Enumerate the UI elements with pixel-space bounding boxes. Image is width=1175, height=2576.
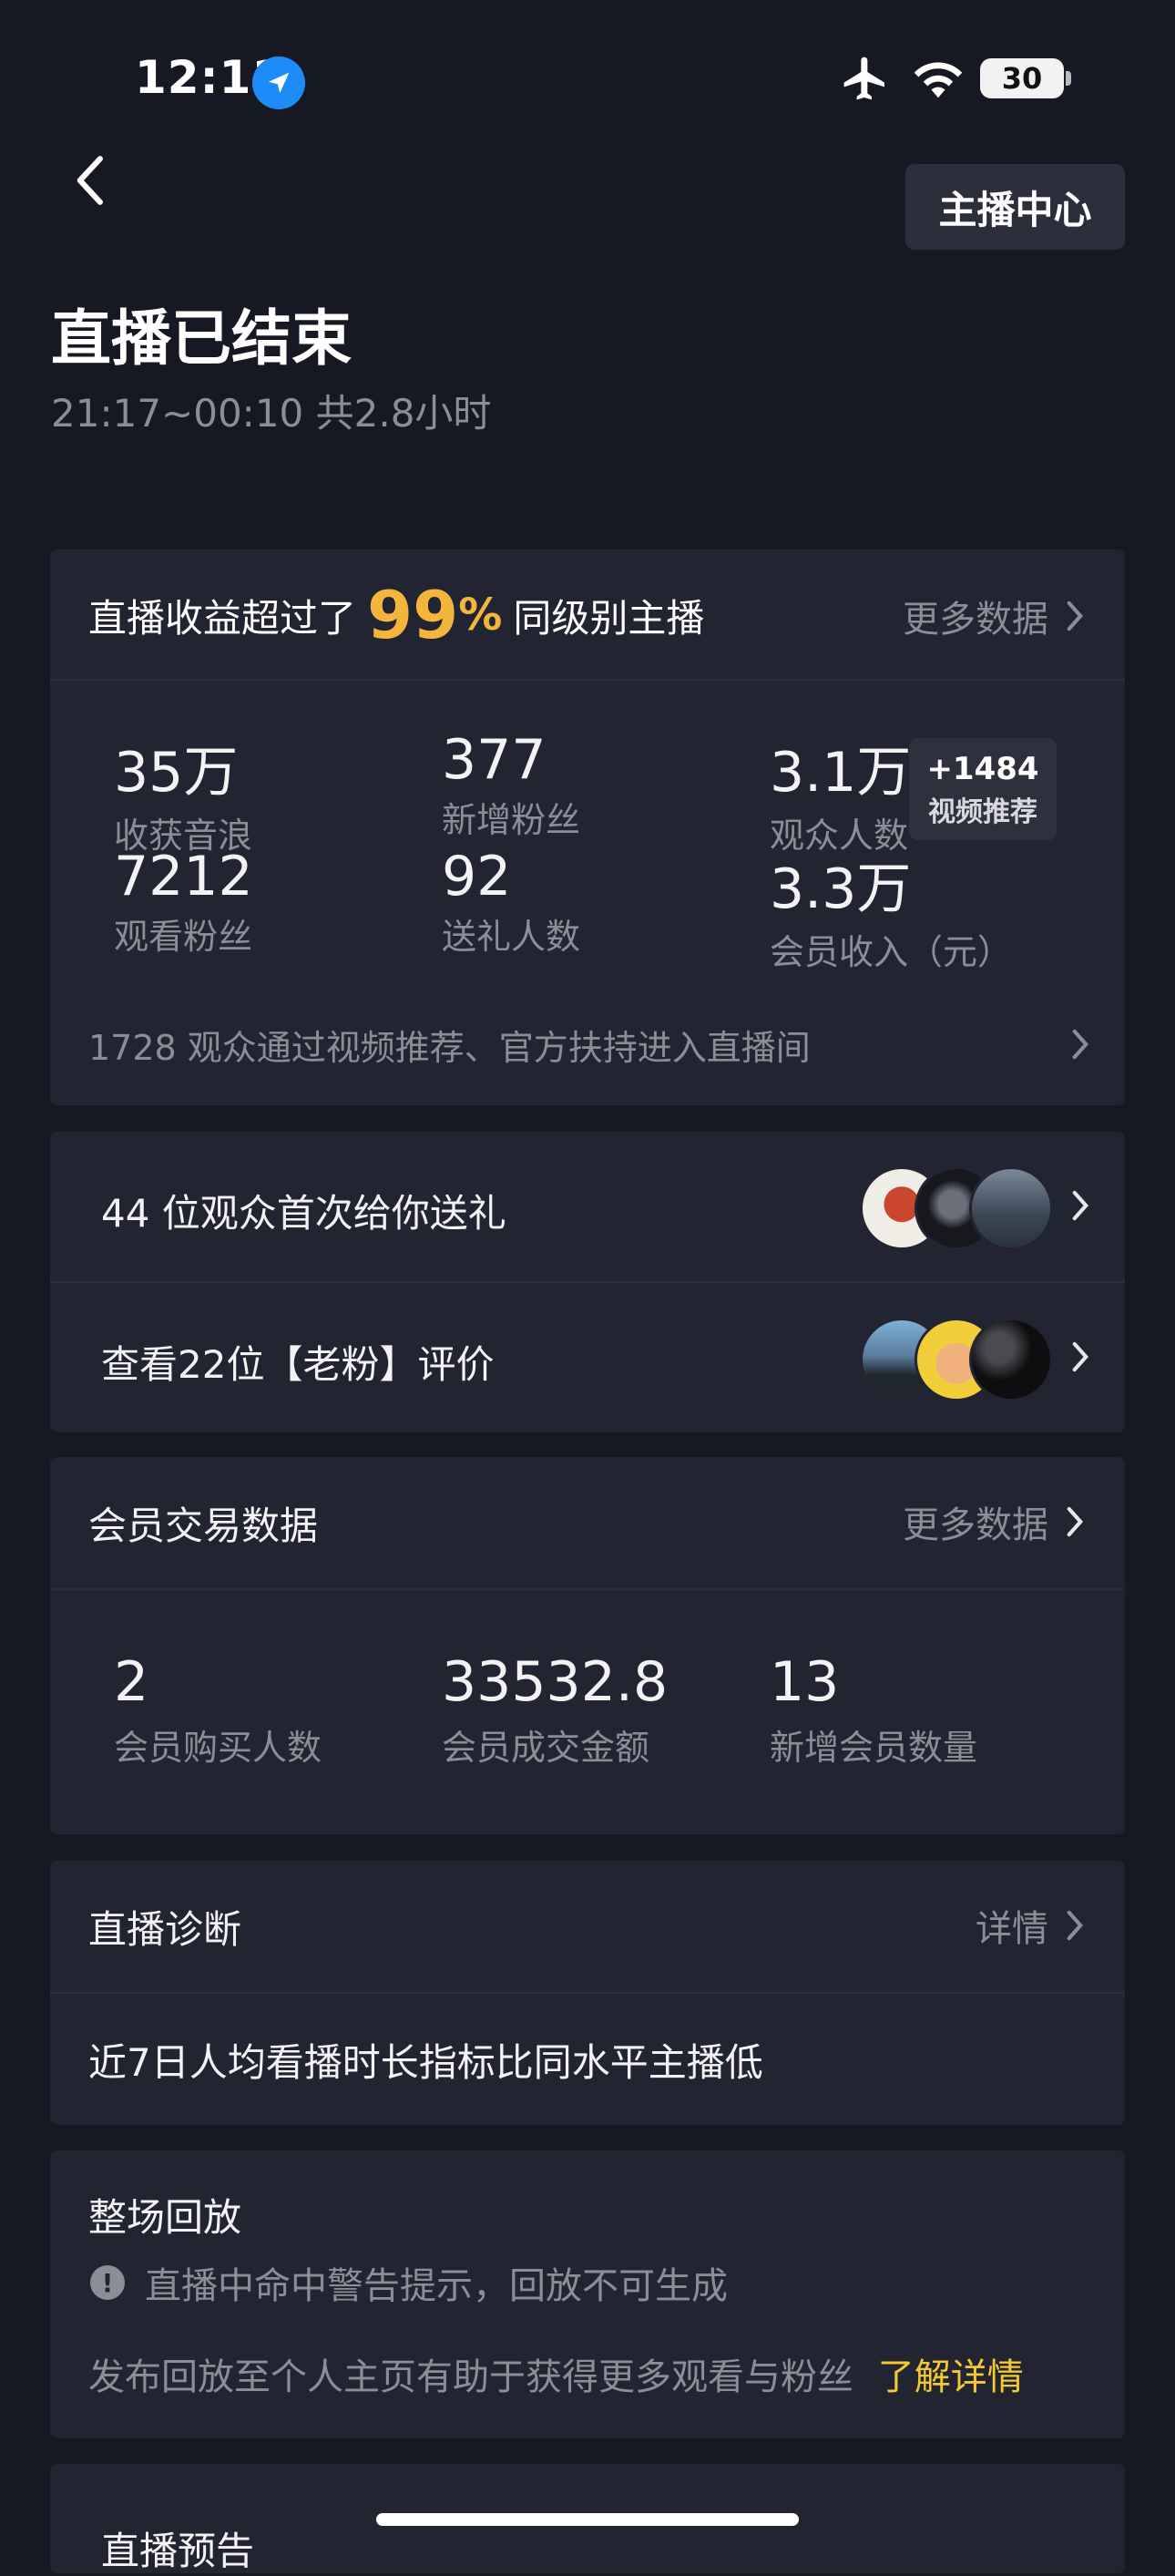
audience-rows-card: 44 位观众首次给你送礼 查看22位【老粉】评价 [50, 1132, 1125, 1432]
battery-level: 30 [1001, 61, 1043, 96]
stat-value: 3.3万 [770, 857, 912, 921]
more-data-link[interactable]: 更多数据 [903, 590, 1085, 642]
battery-icon: 30 [980, 58, 1071, 98]
stat-value: 2 [114, 1650, 149, 1714]
live-preview-title: 直播预告 [101, 2529, 255, 2573]
chevron-right-icon [1067, 1506, 1084, 1537]
fan-avatars [860, 1318, 1088, 1401]
back-button[interactable] [64, 148, 115, 213]
stat-value: 3.1万 [770, 741, 912, 805]
replay-tip-text: 发布回放至个人主页有助于获得更多观看与粉丝 [88, 2356, 853, 2398]
stat-watching-fans: 7212 观看粉丝 [114, 845, 253, 959]
stat-label: 新增会员数量 [770, 1728, 978, 1768]
earnings-percent-sign: % [458, 590, 503, 641]
diagnosis-title: 直播诊断 [88, 1907, 242, 1952]
stat-label: 会员收入（元） [770, 932, 1013, 972]
earnings-percent-value: 99 [367, 577, 459, 653]
stat-value: 33532.8 [442, 1650, 669, 1714]
stat-new-members: 13 新增会员数量 [770, 1650, 977, 1770]
earnings-rank: 直播收益超过了 99 % 同级别主播 [88, 570, 704, 661]
recommend-source-text: 1728 观众通过视频推荐、官方扶持进入直播间 [88, 1027, 811, 1068]
stat-label: 送礼人数 [442, 917, 581, 957]
wifi-icon [914, 62, 963, 98]
stat-member-amount: 33532.8 会员成交金额 [442, 1650, 668, 1770]
stat-value: 7212 [114, 845, 253, 908]
more-data-label: 更多数据 [903, 1504, 1048, 1546]
replay-warning: ! 直播中命中警告提示，回放不可生成 [90, 2256, 728, 2309]
first-gift-label: 44 位观众首次给你送礼 [101, 1191, 506, 1236]
badge-value: +1484 [926, 751, 1039, 787]
stat-label: 观看粉丝 [114, 917, 253, 957]
stat-viewers: 3.1万 观众人数 [770, 728, 911, 857]
first-gift-row[interactable]: 44 位观众首次给你送礼 [50, 1132, 1125, 1281]
replay-title: 整场回放 [88, 2195, 242, 2240]
stat-gift-givers: 92 送礼人数 [442, 845, 580, 959]
location-arrow-icon [252, 56, 305, 109]
membership-title: 会员交易数据 [88, 1504, 319, 1548]
stat-label: 会员成交金额 [442, 1728, 650, 1768]
stat-member-income: 3.3万 会员收入（元） [770, 845, 1012, 974]
badge-label: 视频推荐 [928, 796, 1037, 828]
anchor-center-button[interactable]: 主播中心 [905, 164, 1125, 250]
chevron-right-icon [1067, 1910, 1084, 1941]
stat-sound-waves: 35万 收获音浪 [114, 728, 252, 857]
diagnosis-detail-link[interactable]: 详情 [976, 1899, 1085, 1952]
membership-more-link[interactable]: 更多数据 [903, 1495, 1085, 1548]
chevron-right-icon [1067, 600, 1084, 631]
learn-more-link[interactable]: 了解详情 [878, 2356, 1024, 2398]
stat-label: 新增粉丝 [442, 800, 581, 840]
diagnosis-card: 直播诊断 详情 近7日人均看播时长指标比同水平主播低 [50, 1861, 1125, 2125]
home-indicator[interactable] [376, 2513, 799, 2526]
page-title: 直播已结束 [51, 303, 352, 374]
chevron-right-icon [1072, 1190, 1089, 1221]
earnings-rank-prefix: 直播收益超过了 [88, 595, 357, 641]
stat-member-buyers: 2 会员购买人数 [114, 1650, 322, 1770]
recommend-source-row[interactable]: 1728 观众通过视频推荐、官方扶持进入直播间 [88, 1012, 1090, 1076]
more-data-label: 更多数据 [903, 599, 1048, 641]
gift-avatars [860, 1166, 1088, 1250]
avatar [969, 1318, 1053, 1401]
airplane-icon [843, 56, 884, 100]
stat-new-fans: 377 新增粉丝 [442, 728, 580, 842]
replay-tip: 发布回放至个人主页有助于获得更多观看与粉丝 了解详情 [88, 2347, 1024, 2400]
stat-value: 377 [442, 728, 547, 792]
stat-value: 13 [770, 1650, 840, 1714]
chevron-right-icon [1072, 1029, 1089, 1060]
stat-value: 92 [442, 845, 512, 908]
live-duration: 21:17~00:10 共2.8小时 [51, 391, 492, 436]
diagnosis-text: 近7日人均看播时长指标比同水平主播低 [88, 2040, 763, 2085]
old-fans-review-label: 查看22位【老粉】评价 [101, 1342, 495, 1387]
membership-card: 会员交易数据 更多数据 2 会员购买人数 33532.8 会员成交金额 13 新… [50, 1457, 1125, 1834]
replay-warning-text: 直播中命中警告提示，回放不可生成 [145, 2265, 728, 2307]
stat-label: 会员购买人数 [114, 1728, 322, 1768]
warning-icon: ! [90, 2265, 125, 2300]
chevron-right-icon [1072, 1341, 1089, 1372]
stat-value: 35万 [114, 741, 239, 805]
earnings-rank-suffix: 同级别主播 [513, 595, 705, 641]
chevron-left-icon [77, 156, 103, 205]
old-fans-review-row[interactable]: 查看22位【老粉】评价 [50, 1283, 1125, 1432]
replay-card: 整场回放 ! 直播中命中警告提示，回放不可生成 发布回放至个人主页有助于获得更多… [50, 2150, 1125, 2438]
avatar [969, 1166, 1053, 1250]
video-recommend-badge: +1484 视频推荐 [909, 738, 1057, 840]
detail-label: 详情 [976, 1908, 1048, 1950]
